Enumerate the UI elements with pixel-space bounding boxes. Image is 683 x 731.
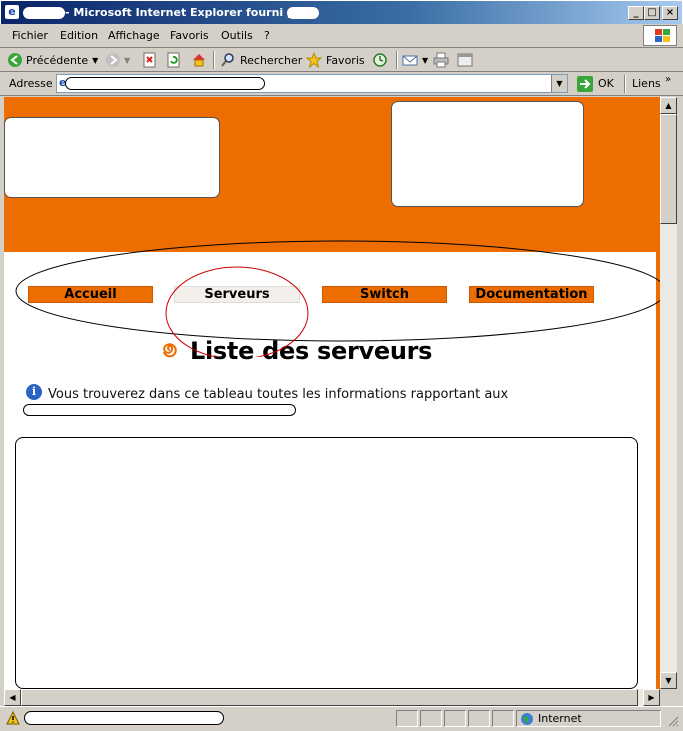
status-panel [396,710,418,727]
favorites-label: Favoris [326,53,365,67]
standard-toolbar: Précédente ▼ ▼ Rechercher Favoris ▼ [0,48,683,72]
menu-fichier[interactable]: Fichier [12,29,48,42]
search-icon [221,53,234,67]
windows-logo-icon [643,25,677,46]
links-label[interactable]: Liens [632,77,661,90]
print-icon [433,52,449,68]
favorites-star-icon [306,52,322,68]
status-panel [444,710,466,727]
zone-label: Internet [538,712,582,725]
info-icon: i [26,384,42,400]
scroll-left-icon[interactable]: ◀ [4,689,21,706]
menu-help[interactable]: ? [264,29,270,42]
home-icon [193,54,205,67]
vertical-scrollbar[interactable]: ▲ ▼ [660,97,677,689]
close-button[interactable]: × [662,6,678,20]
nav-annotation-ellipse [15,240,660,342]
favorites-button[interactable]: Favoris [306,52,365,68]
info-text: Vous trouverez dans ce tableau toutes le… [48,387,509,402]
go-label: OK [598,77,614,90]
address-separator [624,75,626,93]
redacted-url [65,77,265,90]
edit-button[interactable] [457,52,473,68]
menu-affichage[interactable]: Affichage [108,29,160,42]
vertical-scroll-thumb[interactable] [660,114,677,224]
stop-icon [143,52,156,68]
menu-bar: Fichier Edition Affichage Favoris Outils… [0,24,683,48]
serveurs-annotation-circle [165,266,309,357]
back-dropdown-icon[interactable]: ▼ [92,56,98,65]
forward-arrow-icon [106,53,120,67]
redacted-table-area [15,437,638,689]
ie-icon: e [5,5,19,19]
search-button[interactable]: Rechercher [220,52,302,68]
status-panel [420,710,442,727]
minimize-button[interactable]: _ [628,6,644,20]
links-chevron-icon[interactable]: » [665,74,671,85]
go-button[interactable]: OK [576,75,616,93]
status-panel [468,710,490,727]
redacted-title-prefix [23,7,65,19]
horizontal-scrollbar[interactable]: ◀ ▶ [4,689,660,706]
redacted-title-suffix [287,7,319,19]
menu-outils[interactable]: Outils [221,29,253,42]
scroll-down-icon[interactable]: ▼ [660,672,677,689]
history-button[interactable] [372,52,388,68]
back-button[interactable]: Précédente ▼ [8,52,98,68]
history-icon [373,53,387,67]
address-label: Adresse [9,77,53,90]
toolbar-separator [396,51,398,69]
back-arrow-icon [8,53,22,67]
warning-icon [6,711,20,725]
resize-grip-icon[interactable] [667,715,679,727]
zone-panel: Internet [516,710,661,727]
scrollbar-corner [660,689,677,706]
maximize-button[interactable]: □ [644,6,660,20]
mail-icon [402,55,418,66]
mail-dropdown-icon[interactable]: ▼ [422,56,428,65]
scroll-right-icon[interactable]: ▶ [643,689,660,706]
scroll-up-icon[interactable]: ▲ [660,97,677,114]
stop-button[interactable] [143,52,157,68]
forward-dropdown-icon[interactable]: ▼ [124,56,130,65]
menu-favoris[interactable]: Favoris [170,29,209,42]
refresh-icon [167,52,180,68]
web-page: Accueil Serveurs Switch Documentation Li… [4,97,660,689]
address-bar: Adresse e ▼ OK Liens » [0,72,683,96]
edit-page-icon [457,53,473,67]
search-label: Rechercher [240,53,303,67]
menu-edition[interactable]: Edition [60,29,98,42]
status-bar: Internet [0,706,683,731]
home-button[interactable] [191,52,207,68]
horizontal-scroll-thumb[interactable] [21,689,638,706]
globe-icon [521,713,533,725]
mail-button[interactable]: ▼ [402,52,428,68]
redacted-text [23,404,296,416]
refresh-button[interactable] [167,52,181,68]
annotation-overlay [15,240,660,357]
address-dropdown-icon[interactable]: ▼ [551,75,567,92]
print-button[interactable] [433,52,449,68]
address-input[interactable]: e ▼ [56,74,568,93]
go-arrow-icon [577,76,593,92]
window-title: - Microsoft Internet Explorer fourni par [65,6,308,19]
toolbar-separator [213,51,215,69]
forward-button[interactable]: ▼ [106,52,130,68]
back-label: Précédente [26,53,89,67]
redacted-status-text [24,711,224,725]
status-panel [492,710,514,727]
title-bar[interactable]: e - Microsoft Internet Explorer fourni p… [0,0,683,24]
